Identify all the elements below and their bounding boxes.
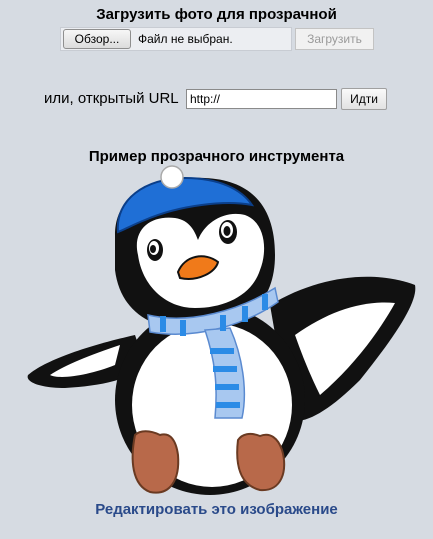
edit-image-link[interactable]: Редактировать это изображение xyxy=(0,501,433,518)
hat-pompom xyxy=(160,165,184,189)
left-foot xyxy=(131,430,180,494)
penguin-image xyxy=(27,165,416,495)
go-button[interactable]: Идти xyxy=(341,88,387,110)
file-picker[interactable]: Обзор... Файл не выбран. xyxy=(60,27,292,51)
url-input[interactable] xyxy=(186,89,337,109)
upload-button[interactable]: Загрузить xyxy=(295,28,374,50)
browse-button[interactable]: Обзор... xyxy=(63,29,131,49)
file-status-text: Файл не выбран. xyxy=(138,32,233,46)
url-label: или, открытый URL xyxy=(44,90,179,107)
upload-title: Загрузить фото для прозрачной xyxy=(96,6,337,23)
